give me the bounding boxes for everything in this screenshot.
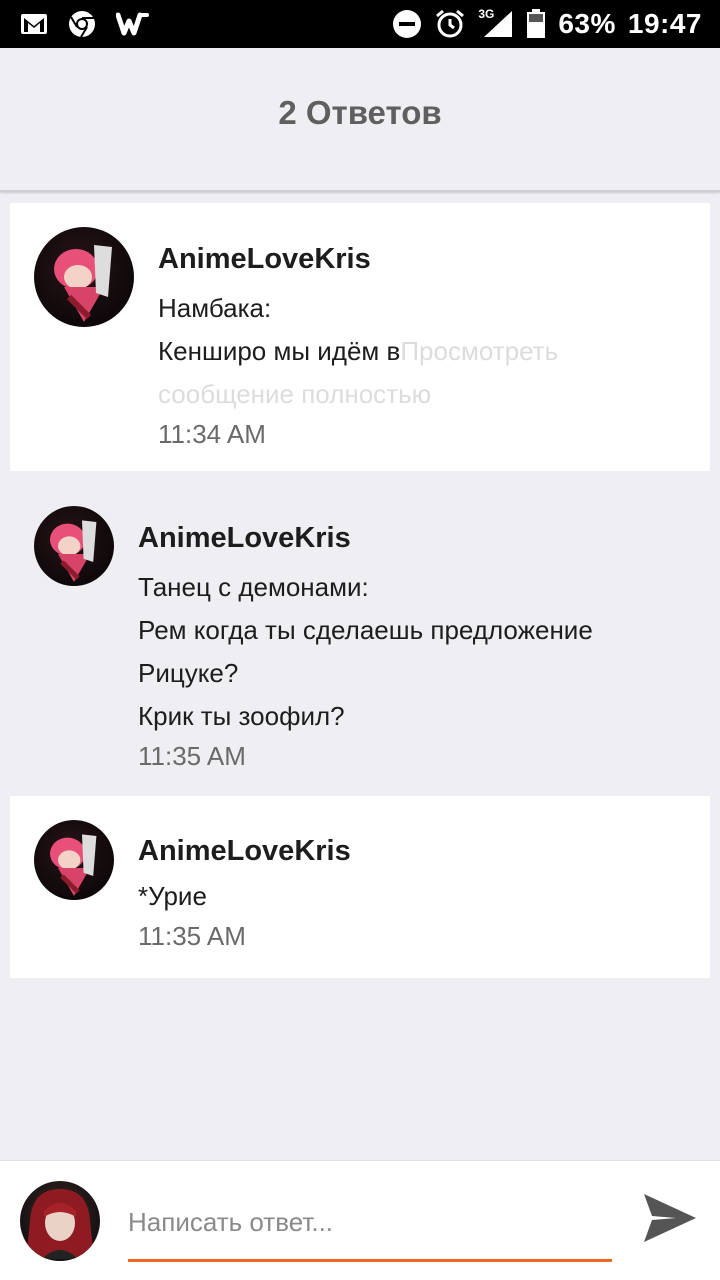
chrome-icon: [68, 10, 96, 38]
compose-bar: [0, 1160, 720, 1280]
do-not-disturb-icon: [392, 9, 422, 39]
reply-text-line: Кенширо мы идём вПросмотреть: [158, 330, 678, 373]
alarm-icon: [434, 8, 466, 40]
reply-timestamp: 11:35 AM: [138, 921, 246, 951]
send-icon: [642, 1192, 698, 1249]
clock: 19:47: [627, 8, 702, 39]
signal-icon: 3G: [478, 7, 514, 39]
gmail-icon: [20, 13, 48, 35]
battery-percent: 63%: [558, 8, 616, 39]
reply-text-fragment: Кенширо мы идём в: [158, 336, 401, 366]
reply-timestamp: 11:34 AM: [158, 419, 266, 449]
app-header: 2 Ответов: [0, 48, 720, 192]
reply-timestamp: 11:35 AM: [138, 741, 246, 771]
view-full-message-link[interactable]: Просмотреть: [400, 336, 558, 366]
reply-text-line: Намбака:: [158, 293, 272, 323]
reply-item[interactable]: AnimeLoveKris Танец с демонами: Рем когд…: [10, 486, 710, 786]
input-underline: [128, 1259, 612, 1262]
avatar[interactable]: [34, 820, 114, 900]
reply-input[interactable]: [128, 1201, 612, 1243]
reply-text-line: Танец с демонами:: [138, 572, 369, 602]
avatar: [20, 1181, 100, 1261]
reply-text-line: *Урие: [138, 881, 207, 911]
reply-text-line: Крик ты зоофил?: [138, 701, 345, 731]
reply-username[interactable]: AnimeLoveKris: [138, 518, 698, 558]
avatar[interactable]: [34, 506, 114, 586]
status-bar: 3G 63% 19:47: [0, 0, 720, 48]
send-button[interactable]: [640, 1190, 700, 1250]
reply-text-line: Рицуке?: [138, 658, 239, 688]
reply-item[interactable]: AnimeLoveKris *Урие 11:35 AM: [10, 796, 710, 978]
reply-text-line: Рем когда ты сделаешь предложение: [138, 615, 593, 645]
view-full-message-link-cont[interactable]: сообщение полностью: [158, 373, 678, 416]
page-title: 2 Ответов: [278, 94, 442, 131]
network-type: 3G: [478, 7, 495, 21]
reply-username[interactable]: AnimeLoveKris: [138, 831, 698, 871]
battery-icon: [526, 9, 546, 39]
wattpad-icon: [116, 11, 150, 37]
reply-username[interactable]: AnimeLoveKris: [158, 239, 678, 279]
reply-item[interactable]: AnimeLoveKris Намбака: Кенширо мы идём в…: [10, 203, 710, 471]
avatar[interactable]: [34, 227, 134, 327]
